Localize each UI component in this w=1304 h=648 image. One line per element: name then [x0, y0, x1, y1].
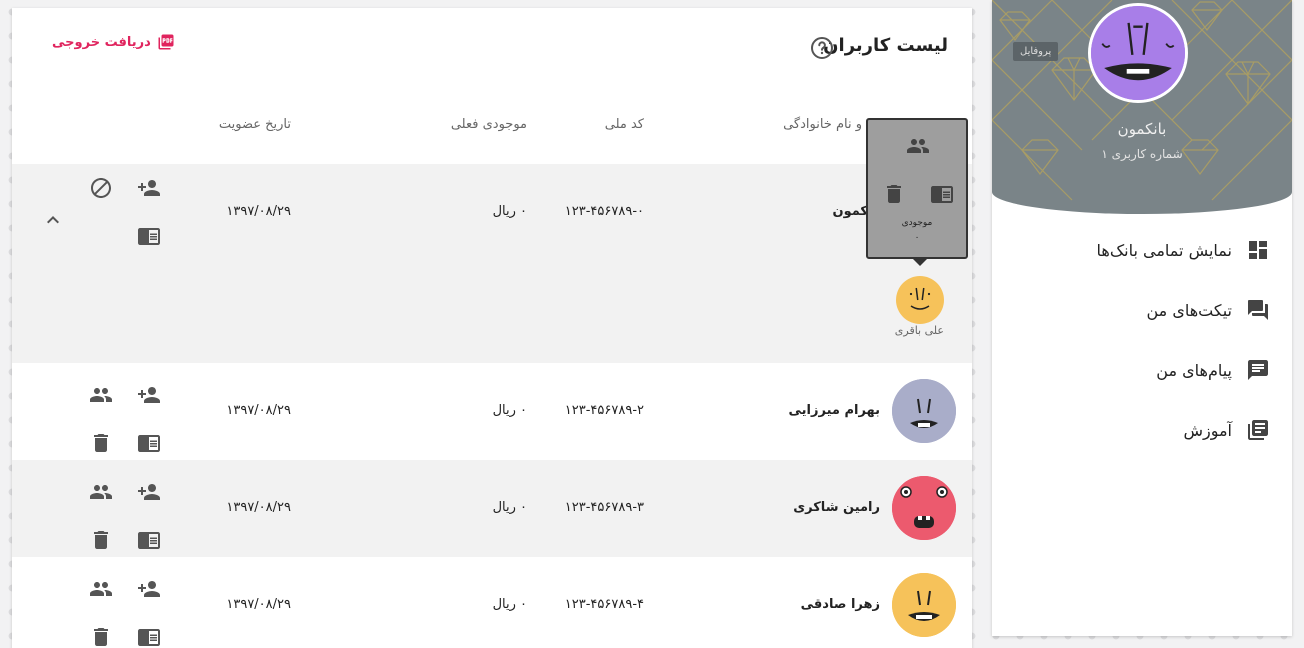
menu-item-label: تیکت‌های من: [1146, 300, 1233, 320]
balance: ۰ ریال: [492, 597, 527, 612]
balance: ۰ ریال: [492, 500, 527, 515]
subuser-avatar: [896, 276, 944, 324]
delete-icon[interactable]: [89, 431, 113, 455]
group-icon[interactable]: [89, 383, 113, 407]
join-date: ۱۳۹۷/۰۸/۲۹: [226, 403, 291, 418]
menu-item-label: آموزش: [1183, 420, 1232, 440]
join-date: ۱۳۹۷/۰۸/۲۹: [226, 500, 291, 515]
row-actions-popup: موجودی ۰: [866, 118, 968, 259]
chevron-up-icon[interactable]: [41, 208, 65, 232]
menu-item-tutorial[interactable]: آموزش: [1183, 418, 1270, 442]
profile-header: پروفایل بانکمون شماره کاربری ۱: [992, 0, 1292, 214]
add-user-icon[interactable]: [137, 480, 161, 504]
export-pdf-button[interactable]: دریافت خروجی: [52, 33, 175, 51]
account-card-icon[interactable]: [137, 431, 161, 455]
national-code: ۱۲۳-۴۵۶۷۸۹-۳: [564, 500, 644, 515]
add-user-icon[interactable]: [137, 383, 161, 407]
add-user-icon[interactable]: [137, 577, 161, 601]
join-date: ۱۳۹۷/۰۸/۲۹: [226, 204, 291, 219]
subuser-name: علی باقری: [894, 324, 944, 337]
table-row[interactable]: کمون ۱۲۳-۴۵۶۷۸۹-۰ ۰ ریال ۱۳۹۷/۰۸/۲۹ علی …: [12, 164, 972, 363]
user-avatar: [892, 379, 956, 443]
user-avatar: [892, 476, 956, 540]
user-avatar: [892, 573, 956, 637]
chat-icon: [1248, 360, 1268, 380]
profile-user-id: شماره کاربری ۱: [1101, 147, 1183, 161]
pdf-icon: [158, 34, 174, 50]
profile-tag: پروفایل: [1013, 42, 1059, 61]
account-card-icon[interactable]: [137, 528, 161, 552]
account-card-icon[interactable]: [930, 182, 954, 206]
group-icon[interactable]: [89, 577, 113, 601]
join-date: ۱۳۹۷/۰۸/۲۹: [226, 597, 291, 612]
menu-item-tickets[interactable]: تیکت‌های من: [1147, 298, 1271, 322]
page-title: لیست کاربران: [823, 35, 948, 56]
group-icon[interactable]: [906, 134, 930, 158]
user-name: رامین شاکری: [793, 500, 880, 515]
balance: ۰ ریال: [492, 403, 527, 418]
header-balance: موجودی فعلی: [450, 117, 527, 132]
header-national-code: کد ملی: [604, 117, 644, 132]
forum-icon: [1248, 300, 1268, 320]
users-list-card: لیست کاربران دریافت خروجی و نام خانوادگی…: [12, 8, 972, 648]
add-user-icon[interactable]: [137, 176, 161, 200]
user-name: زهرا صادقی: [800, 597, 880, 612]
menu-item-messages[interactable]: پیام‌های من: [1156, 358, 1270, 382]
popup-arrow: [913, 259, 927, 266]
popup-balance-value: ۰: [914, 233, 920, 243]
menu-item-all-banks[interactable]: نمایش تمامی بانک‌ها: [1097, 238, 1271, 262]
user-name: بهرام میرزایی: [788, 403, 880, 418]
delete-icon[interactable]: [89, 528, 113, 552]
national-code: ۱۲۳-۴۵۶۷۸۹-۰: [564, 204, 644, 219]
help-icon[interactable]: [810, 36, 834, 60]
header-join-date: تاریخ عضویت: [218, 117, 291, 132]
dashboard-icon: [1249, 241, 1267, 259]
group-icon[interactable]: [89, 480, 113, 504]
table-row[interactable]: بهرام میرزایی ۱۲۳-۴۵۶۷۸۹-۲ ۰ ریال ۱۳۹۷/۰…: [12, 363, 972, 460]
side-panel: پروفایل بانکمون شماره کاربری ۱ نمایش تما…: [992, 0, 1292, 636]
account-card-icon[interactable]: [137, 224, 161, 248]
table-row[interactable]: زهرا صادقی ۱۲۳-۴۵۶۷۸۹-۴ ۰ ریال ۱۳۹۷/۰۸/۲…: [12, 557, 972, 648]
balance: ۰ ریال: [492, 204, 527, 219]
profile-avatar[interactable]: [1088, 3, 1188, 103]
table-row[interactable]: رامین شاکری ۱۲۳-۴۵۶۷۸۹-۳ ۰ ریال ۱۳۹۷/۰۸/…: [12, 460, 972, 557]
account-card-icon[interactable]: [137, 625, 161, 648]
popup-balance-label: موجودی: [901, 218, 933, 228]
delete-icon[interactable]: [89, 625, 113, 648]
delete-icon[interactable]: [882, 182, 906, 206]
profile-name: بانکمون: [1117, 120, 1167, 138]
library-books-icon: [1248, 420, 1268, 440]
user-name: کمون: [832, 204, 868, 219]
menu-item-label: پیام‌های من: [1156, 360, 1232, 380]
national-code: ۱۲۳-۴۵۶۷۸۹-۴: [564, 597, 644, 612]
header-name: و نام خانوادگی: [783, 117, 862, 132]
menu-item-label: نمایش تمامی بانک‌ها: [1096, 240, 1233, 260]
block-icon[interactable]: [89, 176, 113, 200]
national-code: ۱۲۳-۴۵۶۷۸۹-۲: [564, 403, 644, 418]
export-label: دریافت خروجی: [52, 34, 151, 50]
